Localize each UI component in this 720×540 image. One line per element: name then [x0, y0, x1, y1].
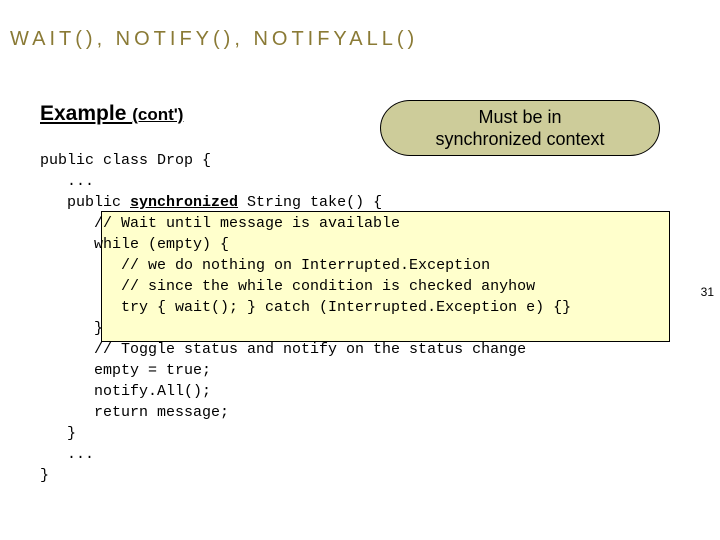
code-l09: } — [40, 320, 103, 337]
code-l06: // we do nothing on Interrupted.Exceptio… — [40, 257, 490, 274]
title-bar: WAIT(), NOTIFY(), NOTIFYALL() — [0, 0, 720, 54]
code-l07: // since the while condition is checked … — [40, 278, 535, 295]
code-l03-kw: synchronized — [130, 194, 238, 211]
code-l14: } — [40, 425, 76, 442]
code-l16: } — [40, 467, 49, 484]
subtitle-main: Example — [40, 102, 132, 125]
code-l01: public class Drop { — [40, 152, 211, 169]
example-subtitle: Example (cont') — [40, 102, 183, 126]
code-l05: while (empty) { — [40, 236, 229, 253]
slide-title: WAIT(), NOTIFY(), NOTIFYALL() — [10, 28, 418, 51]
code-l13: return message; — [40, 404, 229, 421]
code-l03a: public — [40, 194, 130, 211]
code-l11: empty = true; — [40, 362, 211, 379]
code-l02: ... — [40, 173, 94, 190]
code-l12: notify.All(); — [40, 383, 211, 400]
subtitle-paren: (cont') — [132, 105, 183, 124]
code-l04: // Wait until message is available — [40, 215, 400, 232]
code-l15: ... — [40, 446, 94, 463]
bubble-line-1: Must be in — [381, 107, 659, 129]
callout-bubble: Must be in synchronized context — [380, 100, 660, 156]
code-l10: // Toggle status and notify on the statu… — [40, 341, 526, 358]
code-l08: try { wait(); } catch (Interrupted.Excep… — [40, 299, 571, 316]
page-number: 31 — [701, 285, 714, 299]
slide: WAIT(), NOTIFY(), NOTIFYALL() Example (c… — [0, 0, 720, 540]
code-block: public class Drop { ... public synchroni… — [40, 150, 571, 486]
code-l03b: String take() { — [238, 194, 382, 211]
bubble-line-2: synchronized context — [381, 129, 659, 151]
